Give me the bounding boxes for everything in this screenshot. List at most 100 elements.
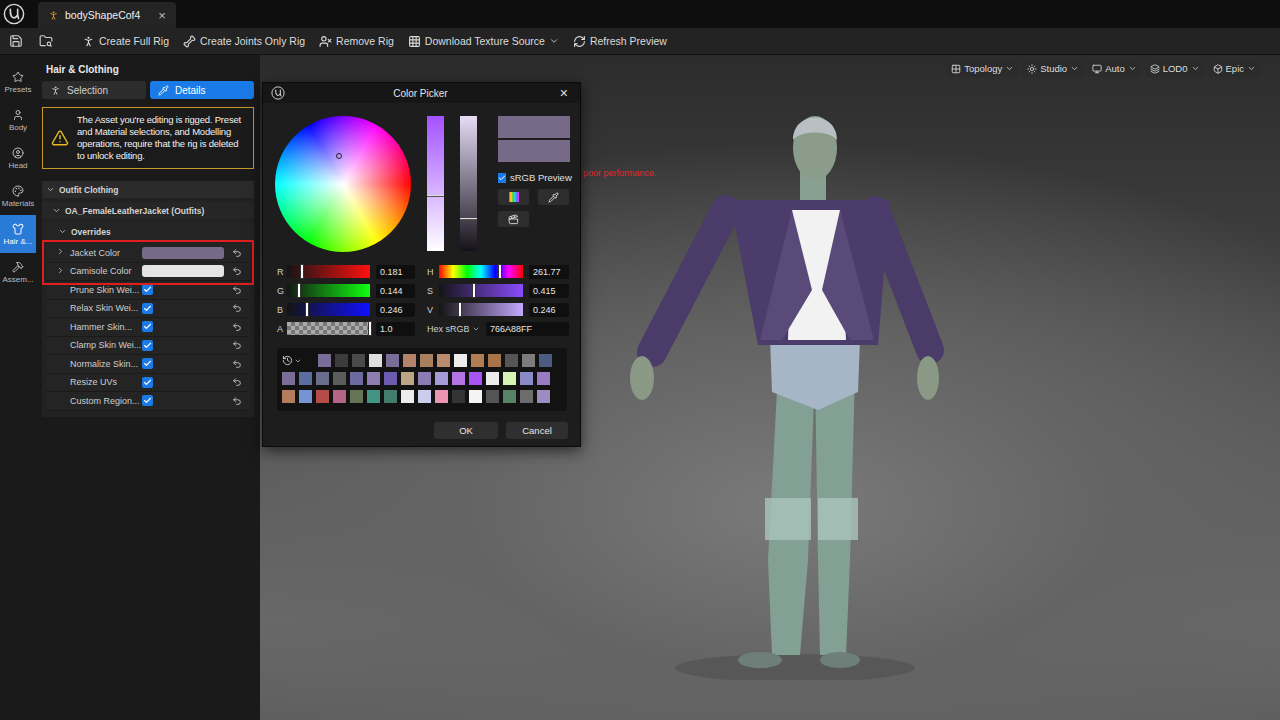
channel-value[interactable]: 0.246 xyxy=(376,303,415,317)
hex-mode-dropdown[interactable]: Hex sRGB xyxy=(427,324,480,334)
palette-swatch[interactable] xyxy=(401,390,414,403)
checkbox[interactable] xyxy=(142,395,153,406)
ok-button[interactable]: OK xyxy=(434,422,498,439)
channel-track[interactable] xyxy=(439,284,523,297)
color-mode-button[interactable] xyxy=(498,189,529,205)
cancel-button[interactable]: Cancel xyxy=(506,422,568,439)
theme-button[interactable] xyxy=(498,211,529,227)
channel-track[interactable] xyxy=(439,303,523,316)
reset-button[interactable] xyxy=(224,248,250,258)
checkbox[interactable] xyxy=(142,377,153,388)
checkbox[interactable] xyxy=(142,284,153,295)
palette-swatch[interactable] xyxy=(505,354,518,367)
palette-swatch[interactable] xyxy=(299,372,312,385)
bar-marker[interactable] xyxy=(427,195,444,197)
palette-swatch[interactable] xyxy=(367,372,380,385)
reset-button[interactable] xyxy=(224,266,250,276)
section-header[interactable]: Outfit Clothing xyxy=(42,181,254,198)
palette-swatch[interactable] xyxy=(435,372,448,385)
viewport-button[interactable]: Studio xyxy=(1023,60,1083,77)
srgb-preview-toggle[interactable]: sRGB Preview xyxy=(498,172,570,183)
palette-swatch[interactable] xyxy=(333,390,346,403)
channel-value[interactable]: 261.77 xyxy=(529,265,569,279)
close-tab-button[interactable]: × xyxy=(146,8,166,23)
eyedropper-button[interactable] xyxy=(538,189,569,205)
viewport-button[interactable]: Auto xyxy=(1088,60,1141,77)
palette-swatch[interactable] xyxy=(384,390,397,403)
palette-swatch[interactable] xyxy=(437,354,450,367)
reset-button[interactable] xyxy=(224,377,250,387)
palette-swatch[interactable] xyxy=(318,354,331,367)
panel-tab[interactable]: Details xyxy=(150,81,254,99)
channel-track[interactable] xyxy=(287,284,370,297)
toolbar-button[interactable]: Download Texture Source xyxy=(408,35,559,48)
checkbox[interactable] xyxy=(142,358,153,369)
nav-item[interactable]: Assem... xyxy=(0,253,36,291)
palette-swatch[interactable] xyxy=(537,390,550,403)
channel-track[interactable] xyxy=(287,322,370,335)
palette-swatch[interactable] xyxy=(401,372,414,385)
nav-item[interactable]: Presets xyxy=(0,63,36,101)
toolbar-button[interactable]: Remove Rig xyxy=(319,35,394,48)
color-swatch[interactable] xyxy=(142,247,224,259)
track-marker[interactable] xyxy=(306,303,308,316)
logo[interactable] xyxy=(2,0,26,28)
color-swatch[interactable] xyxy=(142,265,224,277)
palette-swatch[interactable] xyxy=(486,372,499,385)
panel-tab[interactable]: Selection xyxy=(42,81,146,99)
palette-swatch[interactable] xyxy=(454,354,467,367)
viewport-button[interactable]: LOD0 xyxy=(1146,60,1204,77)
palette-swatch[interactable] xyxy=(488,354,501,367)
reset-button[interactable] xyxy=(224,303,250,313)
palette-swatch[interactable] xyxy=(386,354,399,367)
channel-track[interactable] xyxy=(287,303,370,316)
palette-swatch[interactable] xyxy=(367,390,380,403)
palette-swatch[interactable] xyxy=(335,354,348,367)
history-dropdown[interactable] xyxy=(282,355,312,366)
toolbar-button[interactable]: Create Full Rig xyxy=(82,35,169,48)
track-marker[interactable] xyxy=(298,284,300,297)
channel-value[interactable]: 0.144 xyxy=(376,284,415,298)
track-marker[interactable] xyxy=(369,322,371,335)
palette-swatch[interactable] xyxy=(452,372,465,385)
track-marker[interactable] xyxy=(499,265,501,278)
asset-header[interactable]: OA_FemaleLeatherJacket (Outfits) xyxy=(42,202,254,219)
palette-swatch[interactable] xyxy=(316,372,329,385)
palette-swatch[interactable] xyxy=(452,390,465,403)
group-header[interactable]: Overrides xyxy=(42,223,254,240)
nav-item[interactable]: Head xyxy=(0,139,36,177)
palette-swatch[interactable] xyxy=(520,390,533,403)
palette-swatch[interactable] xyxy=(435,390,448,403)
palette-swatch[interactable] xyxy=(418,372,431,385)
palette-swatch[interactable] xyxy=(420,354,433,367)
reset-button[interactable] xyxy=(224,322,250,332)
channel-value[interactable]: 0.181 xyxy=(376,265,415,279)
palette-swatch[interactable] xyxy=(418,390,431,403)
character-figure[interactable] xyxy=(620,110,960,680)
reset-button[interactable] xyxy=(224,359,250,369)
save-button[interactable] xyxy=(8,33,24,49)
nav-item[interactable]: Body xyxy=(0,101,36,139)
palette-swatch[interactable] xyxy=(333,372,346,385)
document-tab[interactable]: bodyShapeCof4× xyxy=(38,2,176,28)
value-bar[interactable] xyxy=(460,116,477,251)
color-wheel[interactable] xyxy=(275,116,411,252)
palette-swatch[interactable] xyxy=(469,372,482,385)
checkbox[interactable] xyxy=(142,321,153,332)
palette-swatch[interactable] xyxy=(299,390,312,403)
palette-swatch[interactable] xyxy=(469,390,482,403)
reset-button[interactable] xyxy=(224,396,250,406)
old-color-swatch[interactable] xyxy=(498,140,570,162)
track-marker[interactable] xyxy=(473,284,475,297)
palette-swatch[interactable] xyxy=(350,390,363,403)
dialog-title-bar[interactable]: Color Picker× xyxy=(263,83,580,103)
palette-swatch[interactable] xyxy=(403,354,416,367)
viewport-button[interactable]: Topology xyxy=(947,60,1018,77)
channel-value[interactable]: 0.246 xyxy=(529,303,569,317)
bar-marker[interactable] xyxy=(460,218,477,220)
nav-item[interactable]: Hair &... xyxy=(0,215,36,253)
palette-swatch[interactable] xyxy=(471,354,484,367)
channel-track[interactable] xyxy=(287,265,370,278)
close-button[interactable]: × xyxy=(556,86,572,100)
expand-icon[interactable] xyxy=(56,247,65,256)
